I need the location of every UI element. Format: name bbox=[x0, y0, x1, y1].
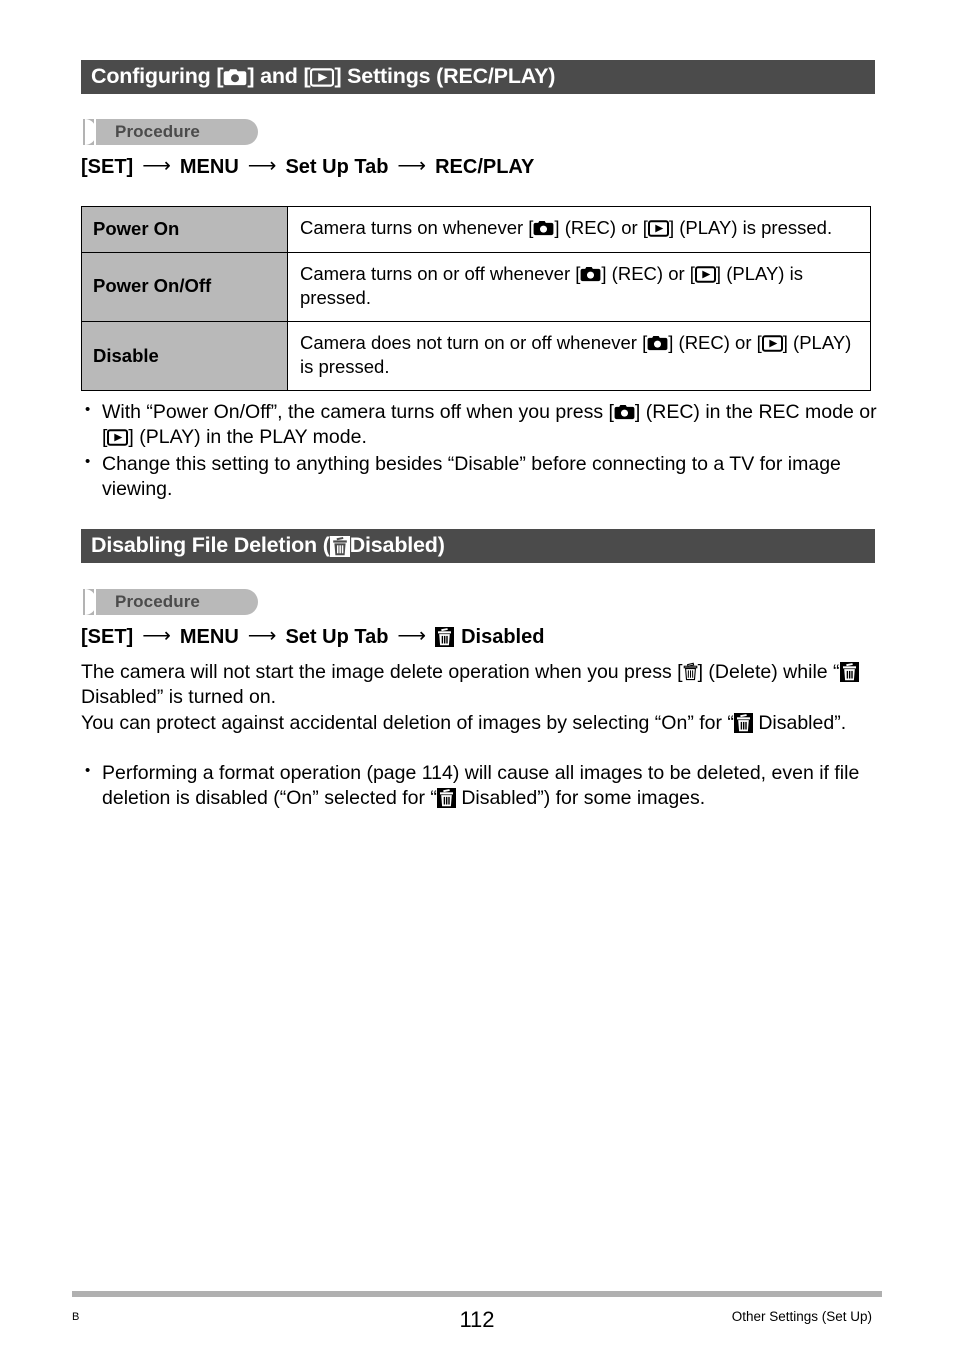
breadcrumb-item-set: [SET] bbox=[81, 626, 134, 648]
table-cell-key: Power On/Off bbox=[81, 251, 288, 322]
play-icon bbox=[694, 265, 716, 283]
trash-icon bbox=[435, 627, 455, 647]
breadcrumb-file-deletion: [SET] ⟶ MENU ⟶ Set Up Tab ⟶ Disabled bbox=[81, 625, 545, 648]
breadcrumb-item-menu: MENU bbox=[179, 626, 239, 648]
list-item: Performing a format operation (page 114)… bbox=[81, 761, 881, 812]
table-cell-value: Camera turns on whenever [ ] (REC) or [ … bbox=[287, 206, 871, 253]
camera-icon bbox=[580, 266, 601, 283]
procedure-badge-2: Procedure bbox=[83, 589, 258, 615]
arrow-icon: ⟶ bbox=[397, 155, 427, 177]
trash-icon bbox=[839, 662, 859, 682]
footer-divider bbox=[72, 1291, 882, 1297]
heading-text-part1: Disabling File Deletion ( bbox=[91, 533, 330, 558]
trash-icon bbox=[436, 788, 456, 809]
section-header-rec-play-title: Configuring [ ] and [ ] Settings (REC/PL… bbox=[91, 66, 555, 88]
section-header-rec-play: Configuring [ ] and [ ] Settings (REC/PL… bbox=[81, 60, 875, 94]
paragraph-text-a: The camera will not start the image dele… bbox=[81, 661, 683, 683]
bullet-text-a: With “Power On/Off”, the camera turns of… bbox=[102, 401, 614, 423]
breadcrumb-item-set: [SET] bbox=[81, 156, 134, 178]
cell-text-pre: Camera does not turn on or off whenever … bbox=[300, 331, 648, 353]
arrow-icon: ⟶ bbox=[142, 155, 171, 177]
camera-icon bbox=[614, 404, 635, 421]
list-item: With “Power On/Off”, the camera turns of… bbox=[81, 400, 881, 451]
paragraph-delete-1: The camera will not start the image dele… bbox=[81, 660, 881, 711]
play-icon bbox=[761, 334, 783, 352]
paragraph-text-a: You can protect against accidental delet… bbox=[81, 712, 734, 734]
procedure-badge-notch bbox=[85, 589, 96, 615]
breadcrumb-item-disabled: Disabled bbox=[461, 626, 545, 648]
cell-text-mid: ] (REC) or [ bbox=[668, 331, 762, 353]
bullet-text-a: Change this setting to anything besides … bbox=[102, 452, 841, 501]
trash-outline-icon bbox=[683, 662, 698, 681]
list-item: Change this setting to anything besides … bbox=[81, 452, 881, 503]
paragraph-text-b: ] (Delete) while “ bbox=[697, 661, 840, 683]
cell-text-mid: ] (REC) or [ bbox=[601, 262, 695, 284]
notes-list-file-deletion: Performing a format operation (page 114)… bbox=[81, 761, 881, 813]
table-row: Disable Camera does not turn on or off w… bbox=[81, 320, 871, 391]
heading-text-part1: Configuring [ bbox=[91, 64, 224, 89]
manual-page: Configuring [ ] and [ ] Settings (REC/PL… bbox=[0, 0, 954, 1357]
arrow-icon: ⟶ bbox=[247, 155, 277, 177]
paragraph-text-b: Disabled”. bbox=[752, 712, 847, 734]
paragraph-delete-2: You can protect against accidental delet… bbox=[81, 711, 881, 736]
cell-text-pre: Camera turns on whenever [ bbox=[300, 217, 534, 238]
heading-text-part2: ] and [ bbox=[247, 64, 311, 89]
table-cell-value: Camera turns on or off whenever [ ] (REC… bbox=[287, 251, 871, 322]
footer-section-label: Other Settings (Set Up) bbox=[731, 1309, 872, 1324]
cell-text-pre: Camera turns on or off whenever [ bbox=[300, 262, 581, 284]
section-header-file-deletion: Disabling File Deletion ( Disabled) bbox=[81, 529, 875, 563]
play-icon bbox=[310, 67, 335, 87]
breadcrumb-item-menu: MENU bbox=[179, 156, 239, 178]
paragraph-text-c: Disabled” is turned on. bbox=[81, 686, 277, 709]
table-cell-key: Power On bbox=[81, 206, 288, 253]
arrow-icon: ⟶ bbox=[142, 625, 171, 647]
bullet-text-c: ] (PLAY) in the PLAY mode. bbox=[128, 426, 367, 449]
procedure-badge-notch bbox=[85, 119, 96, 145]
section-header-file-deletion-title: Disabling File Deletion ( Disabled) bbox=[91, 535, 445, 557]
camera-icon bbox=[533, 220, 554, 237]
breadcrumb-rec-play: [SET] ⟶ MENU ⟶ Set Up Tab ⟶ REC/PLAY bbox=[81, 155, 535, 178]
trash-icon bbox=[329, 535, 350, 557]
procedure-badge-label: Procedure bbox=[115, 122, 200, 141]
procedure-badge-1: Procedure bbox=[83, 119, 258, 145]
play-icon bbox=[107, 429, 129, 447]
table-cell-key: Disable bbox=[81, 320, 288, 391]
table-row: Power On/Off Camera turns on or off when… bbox=[81, 251, 871, 322]
bullet-text-b: Disabled”) for some images. bbox=[455, 787, 706, 810]
arrow-icon: ⟶ bbox=[397, 625, 427, 647]
breadcrumb-item-setup-tab: Set Up Tab bbox=[285, 156, 389, 178]
cell-text-mid: ] (REC) or [ bbox=[554, 217, 648, 238]
play-icon bbox=[647, 220, 669, 237]
arrow-icon: ⟶ bbox=[247, 625, 277, 647]
table-cell-value: Camera does not turn on or off whenever … bbox=[287, 320, 871, 391]
table-row: Power On Camera turns on whenever [ ] (R… bbox=[81, 206, 871, 253]
heading-text-part3: Disabled) bbox=[349, 533, 445, 558]
notes-list-rec-play: With “Power On/Off”, the camera turns of… bbox=[81, 400, 881, 503]
procedure-badge-label: Procedure bbox=[115, 592, 200, 611]
cell-text-post: ] (PLAY) is pressed. bbox=[668, 217, 833, 238]
rec-play-settings-table: Power On Camera turns on whenever [ ] (R… bbox=[81, 206, 871, 391]
camera-icon bbox=[223, 68, 247, 87]
camera-icon bbox=[647, 335, 668, 352]
heading-text-part3: ] Settings (REC/PLAY) bbox=[334, 64, 556, 89]
breadcrumb-item-rec-play: REC/PLAY bbox=[435, 156, 535, 178]
breadcrumb-item-setup-tab: Set Up Tab bbox=[285, 626, 389, 648]
trash-icon bbox=[733, 713, 753, 733]
